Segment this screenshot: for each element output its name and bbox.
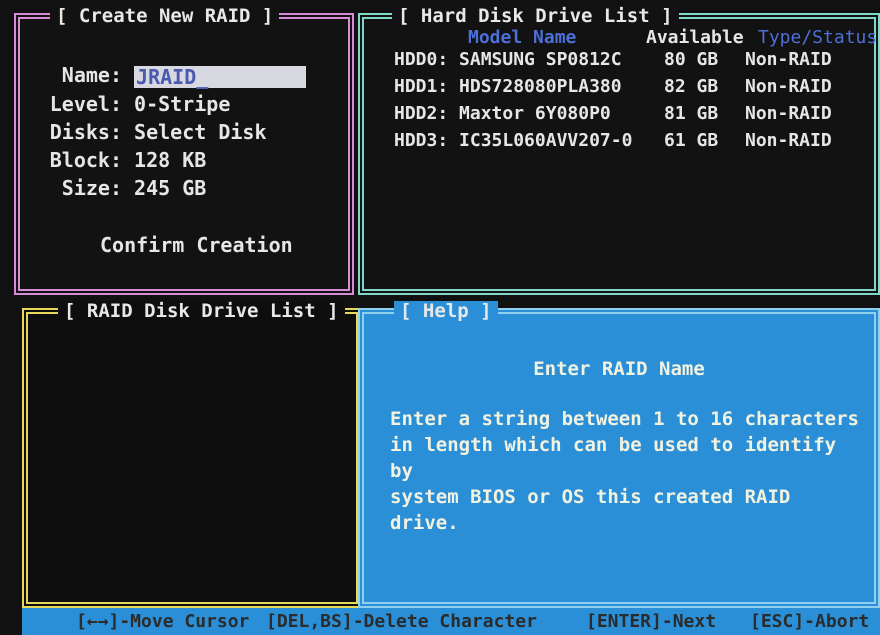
block-label: Block: xyxy=(49,148,122,172)
esc-abort-hint: [ESC]-Abort xyxy=(750,611,870,632)
hdd-id: HDD1: xyxy=(394,76,449,97)
disks-label: Disks: xyxy=(49,120,122,144)
hdd-list-title: [ Hard Disk Drive List ] xyxy=(392,6,679,26)
help-line: Enter a string between 1 to 16 character… xyxy=(390,408,859,430)
hdd-available: 81 GB xyxy=(664,103,719,124)
hdd-available: 82 GB xyxy=(664,76,719,97)
hdd-model: Maxtor 6Y080P0 xyxy=(459,103,611,124)
size-label: Size: xyxy=(61,176,122,200)
key-help-bar: [←→]-Move Cursor [DEL,BS]-Delete Charact… xyxy=(22,608,880,635)
help-panel: [ Help ] Enter RAID Name Enter a string … xyxy=(358,301,880,608)
hdd-row[interactable]: HDD3: IC35L060AVV207-0 xyxy=(394,130,632,151)
hdd-type: Non-RAID xyxy=(745,76,832,97)
hdd-model: SAMSUNG SP0812C xyxy=(459,49,622,70)
name-label: Name: xyxy=(61,63,122,87)
hdd-row[interactable]: HDD1: HDS728080PLA380 xyxy=(394,76,622,97)
hdd-type: Non-RAID xyxy=(745,103,832,124)
level-row: Level: 0-Stripe xyxy=(26,92,231,116)
column-type-status: Type/Status xyxy=(758,27,878,48)
column-available: Available xyxy=(646,27,744,48)
disks-row: Disks: Select Disk xyxy=(26,120,267,144)
help-line: in length which can be used to identify … xyxy=(390,434,837,482)
bios-raid-screen: [ Create New RAID ] Name: JRAID_ Level: … xyxy=(0,0,880,635)
block-row: Block: 128 KB xyxy=(26,148,207,172)
create-raid-panel: [ Create New RAID ] Name: JRAID_ Level: … xyxy=(14,6,354,295)
size-row: Size: 245 GB xyxy=(26,176,207,200)
hdd-available: 61 GB xyxy=(664,130,719,151)
raid-disk-list-title: [ RAID Disk Drive List ] xyxy=(58,301,345,321)
hdd-available: 80 GB xyxy=(664,49,719,70)
hdd-row[interactable]: HDD0: SAMSUNG SP0812C xyxy=(394,49,622,70)
create-raid-title: [ Create New RAID ] xyxy=(50,6,280,26)
help-text: Enter a string between 1 to 16 character… xyxy=(390,406,870,536)
column-model-name: Model Name xyxy=(468,27,577,48)
raid-name-input[interactable]: JRAID_ xyxy=(134,65,307,88)
hdd-id: HDD0: xyxy=(394,49,449,70)
raid-size-field[interactable]: 245 GB xyxy=(134,176,206,200)
confirm-creation-button[interactable]: Confirm Creation xyxy=(100,233,293,257)
level-label: Level: xyxy=(49,92,122,116)
hdd-id: HDD2: xyxy=(394,103,449,124)
move-cursor-hint: [←→]-Move Cursor xyxy=(76,611,250,632)
help-line: system BIOS or OS this created RAID driv… xyxy=(390,486,791,534)
hdd-model: IC35L060AVV207-0 xyxy=(459,130,633,151)
hdd-type: Non-RAID xyxy=(745,130,832,151)
hdd-model: HDS728080PLA380 xyxy=(459,76,622,97)
name-row: Name: JRAID_ xyxy=(26,63,307,88)
block-size-field[interactable]: 128 KB xyxy=(134,148,206,172)
help-heading: Enter RAID Name xyxy=(533,358,705,380)
raid-level-field[interactable]: 0-Stripe xyxy=(134,92,230,116)
enter-next-hint: [ENTER]-Next xyxy=(586,611,717,632)
hdd-list-panel: [ Hard Disk Drive List ] Model Name Avai… xyxy=(358,6,880,295)
hdd-row[interactable]: HDD2: Maxtor 6Y080P0 xyxy=(394,103,611,124)
hdd-id: HDD3: xyxy=(394,130,449,151)
delete-character-hint: [DEL,BS]-Delete Character xyxy=(266,611,537,632)
help-title: [ Help ] xyxy=(394,301,498,321)
raid-disk-list-panel: [ RAID Disk Drive List ] xyxy=(22,301,362,608)
disks-field[interactable]: Select Disk xyxy=(134,120,266,144)
hdd-type: Non-RAID xyxy=(745,49,832,70)
